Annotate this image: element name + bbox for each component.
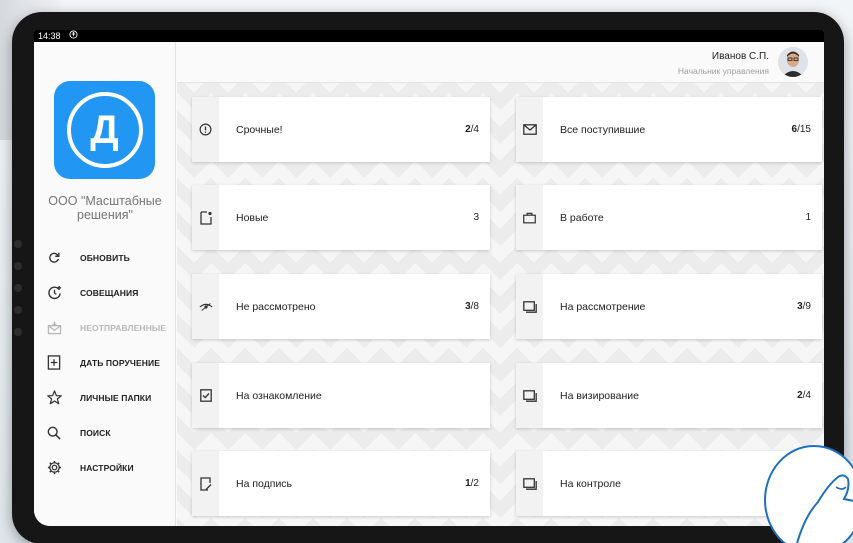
menu-item-label: ОБНОВИТЬ xyxy=(80,252,130,263)
menu-item-assign-task[interactable]: ДАТЬ ПОРУЧЕНИЕ xyxy=(34,345,176,380)
user-role: Начальник управления xyxy=(677,66,769,76)
header: Иванов С.П. Начальник управления xyxy=(177,42,824,83)
card-label: На подпись xyxy=(236,477,293,490)
card-urgent[interactable]: Срочные! 2/4 xyxy=(192,97,490,162)
card-count: 3/8 xyxy=(465,301,479,312)
card-count: 1/2 xyxy=(465,478,479,489)
menu-item-label: СОВЕЩАНИЯ xyxy=(80,287,139,298)
card-label: Срочные! xyxy=(236,123,283,136)
menu-item-label: ПОИСК xyxy=(80,427,111,438)
card-count: 2/4 xyxy=(797,390,811,401)
card-count: 6/15 xyxy=(791,124,811,135)
card-count: 3 xyxy=(473,212,479,223)
menu-item-label: НЕОТПРАВЛЕННЫЕ xyxy=(80,322,167,333)
card-for-review[interactable]: На рассмотрение 3/9 xyxy=(516,274,822,339)
card-label: В работе xyxy=(560,211,604,224)
card-count: 1 xyxy=(805,212,811,223)
organization-name-line2: решения" xyxy=(77,208,133,222)
card-for-signature[interactable]: На подпись 1/2 xyxy=(192,451,490,516)
status-time: 14:38 xyxy=(38,31,61,41)
main-content: Иванов С.П. Начальник управления Срочные… xyxy=(177,42,824,526)
card-not-reviewed[interactable]: Не рассмотрено 3/8 xyxy=(192,274,490,339)
envelope-icon xyxy=(516,97,543,162)
card-label: На визирование xyxy=(560,389,639,402)
card-label: Новые xyxy=(236,211,269,224)
card-for-familiarization[interactable]: На ознакомление xyxy=(192,363,490,428)
add-task-icon xyxy=(44,353,64,373)
card-all-incoming[interactable]: Все поступившие 6/15 xyxy=(516,97,822,162)
eye-off-icon xyxy=(192,274,219,339)
new-document-icon xyxy=(192,185,219,250)
app-screen: 14:38 Д ООО "Масштабные решения" ОБНОВИТ… xyxy=(34,30,824,526)
briefcase-icon xyxy=(516,185,543,250)
menu-item-label: ДАТЬ ПОРУЧЕНИЕ xyxy=(80,357,160,368)
meetings-icon xyxy=(44,283,64,303)
star-icon xyxy=(44,388,64,408)
card-label: На ознакомление xyxy=(236,389,322,402)
gear-icon xyxy=(44,458,64,478)
card-count: 3/9 xyxy=(797,301,811,312)
menu-item-personal-folders[interactable]: ЛИЧНЫЕ ПАПКИ xyxy=(34,380,176,415)
menu-item-meetings[interactable]: СОВЕЩАНИЯ xyxy=(34,275,176,310)
card-new[interactable]: Новые 3 xyxy=(192,185,490,250)
unsent-mail-icon xyxy=(44,318,64,338)
organization-name-line1: ООО "Масштабные xyxy=(48,194,162,208)
status-bar: 14:38 xyxy=(34,30,824,42)
refresh-icon xyxy=(44,248,64,268)
menu-item-unsent[interactable]: НЕОТПРАВЛЕННЫЕ xyxy=(34,310,176,345)
card-label: На рассмотрение xyxy=(560,300,646,313)
card-for-approval[interactable]: На визирование 2/4 xyxy=(516,363,822,428)
card-in-progress[interactable]: В работе 1 xyxy=(516,185,822,250)
folder-icon xyxy=(516,274,543,339)
tablet-buttons xyxy=(14,240,26,350)
menu-item-label: ЛИЧНЫЕ ПАПКИ xyxy=(80,392,152,403)
menu-item-settings[interactable]: НАСТРОЙКИ xyxy=(34,450,176,485)
folder-icon xyxy=(516,363,543,428)
card-label: Все поступившие xyxy=(560,123,646,136)
menu-item-search[interactable]: ПОИСК xyxy=(34,415,176,450)
checkbox-document-icon xyxy=(192,363,219,428)
sign-document-icon xyxy=(192,451,219,516)
sidebar-menu: ОБНОВИТЬ СОВЕЩАНИЯ НЕОТПРАВЛЕННЫЕ ДАТЬ П… xyxy=(34,240,176,485)
card-count: 2/4 xyxy=(465,124,479,135)
menu-item-label: НАСТРОЙКИ xyxy=(80,462,134,473)
company-logo[interactable]: Д xyxy=(54,81,155,179)
folder-icon xyxy=(516,451,543,516)
card-label: Не рассмотрено xyxy=(236,300,316,313)
search-icon xyxy=(44,423,64,443)
logo-letter: Д xyxy=(90,107,119,152)
avatar[interactable] xyxy=(778,47,808,77)
alert-circle-icon xyxy=(192,97,219,162)
menu-item-refresh[interactable]: ОБНОВИТЬ xyxy=(34,240,176,275)
organization-name: ООО "Масштабные решения" xyxy=(34,194,176,222)
user-name: Иванов С.П. xyxy=(711,51,769,62)
accessibility-icon xyxy=(68,30,78,42)
sidebar: Д ООО "Масштабные решения" ОБНОВИТЬ СОВЕ… xyxy=(34,42,176,526)
thumbs-up-icon xyxy=(764,445,853,543)
